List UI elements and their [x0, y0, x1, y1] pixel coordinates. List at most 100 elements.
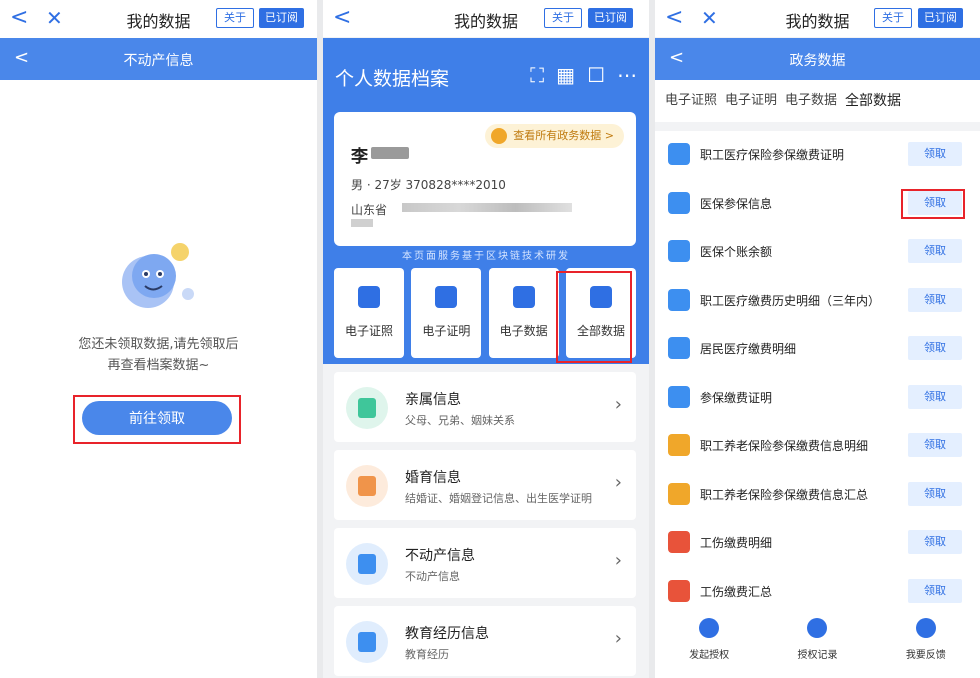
- list-item[interactable]: 婚育信息 结婚证、婚姻登记信息、出生医学证明 ›: [334, 450, 636, 520]
- address-redaction: [402, 203, 572, 212]
- list-item: 工伤缴费明细 领取: [655, 519, 980, 568]
- tab-e-license[interactable]: 电子证照: [665, 80, 717, 122]
- empty-message: 您还未领取数据,请先领取后 再查看档案数据~: [0, 334, 317, 376]
- chevron-right-icon: ›: [614, 472, 622, 493]
- history-icon: [668, 288, 690, 311]
- subscribed-button[interactable]: 已订阅: [259, 8, 304, 28]
- claim-button[interactable]: 领取: [908, 239, 962, 263]
- profile-card: 查看所有政务数据 > 李 男 · 27岁 370828****2010 山东省: [334, 112, 636, 246]
- list-item-title: 婚育信息: [405, 470, 461, 486]
- category-label: 电子证明: [422, 324, 471, 338]
- scan-icon[interactable]: ⛶: [530, 62, 544, 88]
- category-label: 电子证照: [344, 324, 393, 338]
- empty-state-illustration: [122, 243, 194, 308]
- go-claim-button[interactable]: 前往领取: [82, 401, 232, 435]
- list-item-label: 居民医疗缴费明细: [700, 342, 797, 356]
- list-item-subtitle: 不动产信息: [405, 570, 460, 583]
- about-button[interactable]: 关于: [874, 8, 912, 28]
- claim-button[interactable]: 领取: [908, 384, 962, 409]
- about-button[interactable]: 关于: [544, 8, 582, 28]
- message-icon[interactable]: ☐: [587, 62, 605, 88]
- document-icon: [668, 143, 690, 165]
- qrcode-icon[interactable]: ▦: [556, 62, 575, 88]
- book-icon: [346, 621, 388, 663]
- feedback-button[interactable]: 我要反馈: [886, 612, 966, 678]
- eye-icon: [668, 191, 690, 214]
- address-redaction: [351, 219, 373, 227]
- initiate-authorization-button[interactable]: 发起授权: [669, 612, 749, 678]
- sub-header-title: 政务数据: [789, 53, 846, 69]
- list-item: 医保个账余额 领取: [655, 228, 980, 277]
- about-button[interactable]: 关于: [216, 8, 254, 28]
- feedback-icon: [915, 618, 936, 638]
- claim-button[interactable]: 领取: [908, 530, 962, 554]
- empty-message-line: 您还未领取数据,请先领取后: [78, 337, 239, 352]
- list-item-subtitle: 父母、兄弟、姻妹关系: [405, 414, 515, 427]
- claim-button[interactable]: 领取: [908, 578, 962, 603]
- footer-label: 发起授权: [689, 650, 730, 661]
- name-redaction: [371, 147, 409, 159]
- claim-button[interactable]: 领取: [908, 481, 962, 506]
- chevron-right-icon: ›: [614, 628, 622, 649]
- list-item[interactable]: 教育经历信息 教育经历 ›: [334, 606, 636, 676]
- document-icon: [491, 128, 508, 144]
- list-item-label: 医保参保信息: [700, 196, 773, 211]
- category-label: 全部数据: [576, 324, 625, 338]
- user-name: 李: [351, 147, 368, 167]
- list-item: 参保缴费证明 领取: [655, 374, 980, 423]
- category-grid: 电子证照 电子证明 电子数据 全部数据: [334, 268, 636, 358]
- list-item: 职工养老保险参保缴费信息汇总 领取: [655, 471, 980, 520]
- list-item-subtitle: 教育经历: [405, 648, 449, 661]
- gov-data-list: 职工医疗保险参保缴费证明 领取 医保参保信息 领取 医保个账余额 领取 职工医疗…: [655, 131, 980, 617]
- list-item: 工伤缴费汇总 领取: [655, 568, 980, 617]
- claim-button[interactable]: 领取: [908, 142, 962, 166]
- id-card-icon: [358, 286, 380, 308]
- claim-button[interactable]: 领取: [908, 433, 962, 457]
- bottom-action-bar: 发起授权 授权记录 我要反馈: [655, 612, 980, 678]
- panel-gov-data: < ✕ 我的数据 关于 已订阅 < 政务数据 电子证照 电子证明 电子数据 全部…: [655, 0, 980, 678]
- subscribed-button[interactable]: 已订阅: [588, 8, 633, 28]
- list-item-label: 职工医疗缴费历史明细（三年内）: [700, 293, 881, 308]
- tab-e-data[interactable]: 电子数据: [785, 80, 837, 122]
- list-item-subtitle: 结婚证、婚姻登记信息、出生医学证明: [405, 492, 592, 505]
- list-item[interactable]: 亲属信息 父母、兄弟、姻妹关系 ›: [334, 372, 636, 442]
- tab-e-certificate[interactable]: 电子证明: [725, 80, 777, 122]
- record-icon: [807, 618, 828, 638]
- sub-header-title: 不动产信息: [123, 53, 194, 69]
- claim-button[interactable]: 领取: [908, 336, 962, 360]
- sub-header: < 政务数据: [655, 38, 980, 80]
- blockchain-note: 本页面服务基于区块链技术研发: [402, 251, 570, 262]
- list-item-label: 职工养老保险参保缴费信息汇总: [700, 487, 869, 502]
- list-item: 职工医疗保险参保缴费证明 领取: [655, 131, 980, 180]
- view-gov-data-link[interactable]: 查看所有政务数据 >: [485, 124, 624, 148]
- category-all-data[interactable]: 全部数据: [565, 268, 636, 358]
- top-bar: < ✕ 我的数据 关于 已订阅: [655, 0, 980, 37]
- list-item: 职工养老保险参保缴费信息明细 领取: [655, 422, 980, 471]
- chart-icon: [512, 286, 535, 308]
- subscribed-button[interactable]: 已订阅: [918, 8, 963, 28]
- list-item-label: 职工养老保险参保缴费信息明细: [700, 439, 869, 453]
- chevron-right-icon: ›: [614, 394, 622, 415]
- list-item-label: 工伤缴费汇总: [700, 584, 773, 599]
- list-item: 医保参保信息 领取: [655, 180, 980, 229]
- summary-icon: [668, 482, 690, 505]
- folder-icon: [589, 286, 612, 308]
- more-icon[interactable]: ⋯: [617, 62, 637, 88]
- info-list: 亲属信息 父母、兄弟、姻妹关系 › 婚育信息 结婚证、婚姻登记信息、出生医学证明…: [334, 372, 636, 678]
- chevron-right-icon: ›: [614, 550, 622, 571]
- family-icon: [346, 387, 388, 429]
- category-e-certificate[interactable]: 电子证明: [411, 268, 482, 358]
- category-e-license[interactable]: 电子证照: [334, 268, 404, 358]
- list-item[interactable]: 不动产信息 不动产信息 ›: [334, 528, 636, 598]
- category-e-data[interactable]: 电子数据: [488, 268, 559, 358]
- claim-button[interactable]: 领取: [908, 287, 962, 312]
- list-item-title: 教育经历信息: [405, 626, 489, 642]
- balance-icon: [668, 240, 690, 262]
- claim-button[interactable]: 领取: [908, 190, 962, 215]
- list-item-label: 医保个账余额: [700, 245, 773, 259]
- top-bar: < ✕ 我的数据 关于 已订阅: [0, 0, 317, 37]
- hero-actions: ⛶ ▦ ☐ ⋯: [530, 62, 637, 88]
- tab-all-data[interactable]: 全部数据: [845, 80, 901, 122]
- authorization-records-button[interactable]: 授权记录: [777, 612, 857, 678]
- list-item-title: 不动产信息: [405, 548, 475, 564]
